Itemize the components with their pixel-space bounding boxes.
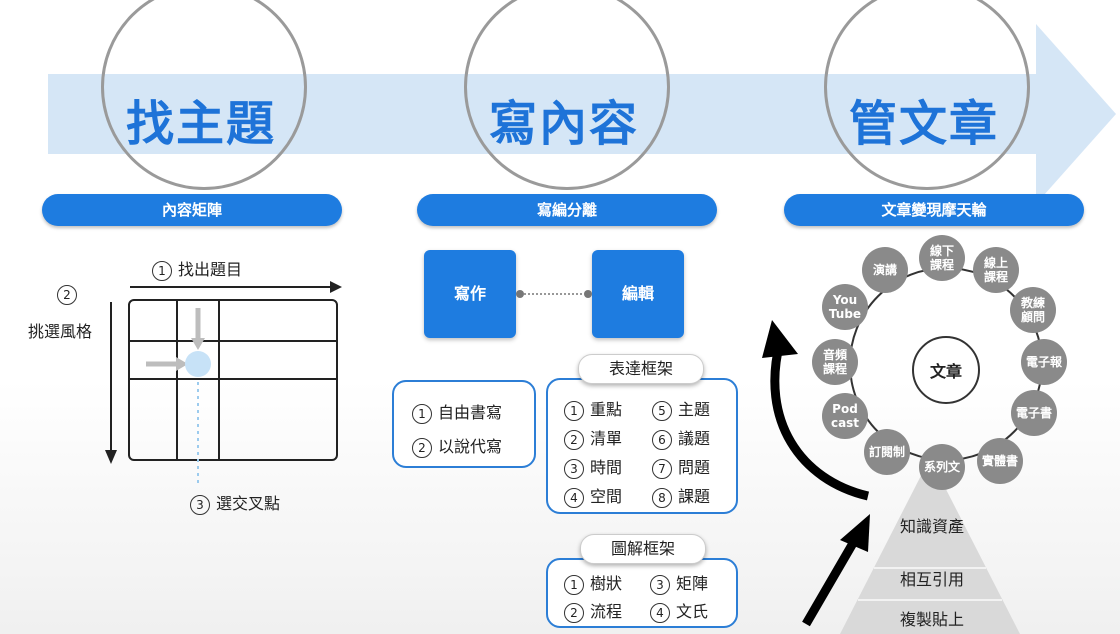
item-label: 主題 (678, 400, 711, 419)
node-line: 線下 (929, 244, 954, 258)
framework-item: 2 流程 (564, 598, 622, 623)
stage-title-manage-articles: 管文章 (848, 96, 999, 152)
node-line: 課程 (929, 258, 954, 272)
item-number: 3 (650, 574, 670, 595)
framework-item: 4 空間 (564, 483, 622, 508)
editing-box: 編輯 (592, 250, 684, 338)
item-label: 重點 (590, 400, 623, 419)
pill-monetization-wheel: 文章變現摩天輪 (784, 194, 1084, 226)
node-line: 音頻 (822, 348, 847, 362)
node-line: Tube (828, 307, 862, 321)
node-line: 教練 (1020, 296, 1045, 310)
item-number: 6 (652, 429, 672, 450)
step-choose-style: 挑選風格 (28, 322, 93, 341)
item-number: 2 (564, 429, 584, 450)
wheel-node-audio-course: 音頻 課程 (812, 339, 858, 385)
framework-item: 2 清單 (564, 425, 622, 450)
progress-arrow-head (1036, 24, 1116, 204)
item-number: 4 (650, 602, 670, 623)
wheel-node-newsletter: 電子報 (1021, 339, 1067, 385)
node-line: 線上 (983, 256, 1008, 270)
node-line: 課程 (822, 362, 847, 376)
item-label: 課題 (678, 487, 711, 506)
item-number: 5 (652, 400, 672, 421)
horizontal-axis-arrow (130, 281, 342, 293)
wheel-node-speech: 演講 (862, 247, 908, 293)
write-edit-connector (516, 290, 592, 298)
wheel-node-offline-course: 線下 課程 (919, 235, 965, 281)
pyramid-level-copy-paste: 複製貼上 (899, 610, 964, 629)
step-label: 找出題目 (178, 260, 243, 279)
wheel-node-podcast: Pod cast (822, 393, 868, 439)
step-select-intersection: 3 選交叉點 (190, 490, 280, 515)
pyramid-level-cross-reference: 相互引用 (899, 570, 964, 589)
item-label: 矩陣 (676, 574, 709, 593)
diagram-framework-box: 1 樹狀 3 矩陣 2 流程 4 文氏 (546, 558, 738, 628)
framework-item: 7 問題 (652, 454, 710, 479)
item-label: 清單 (590, 429, 623, 448)
item-number: 3 (564, 458, 584, 479)
framework-item: 1 重點 (564, 396, 622, 421)
node-line: cast (830, 416, 860, 430)
item-number: 7 (652, 458, 672, 479)
framework-item: 4 文氏 (650, 598, 708, 623)
writing-box: 寫作 (424, 250, 516, 338)
item-label: 空間 (590, 487, 623, 506)
framework-item: 3 時間 (564, 454, 622, 479)
framework-item: 5 主題 (652, 396, 710, 421)
pill-content-matrix: 內容矩陣 (42, 194, 342, 226)
step-number: 2 (57, 284, 77, 305)
diagram-framework-title: 圖解框架 (580, 534, 706, 564)
wheel-node-series-articles: 系列文 (919, 444, 965, 490)
writing-method-item: 1 自由書寫 (412, 399, 502, 424)
item-number: 2 (564, 602, 584, 623)
item-label: 時間 (590, 458, 623, 477)
framework-item: 8 課題 (652, 483, 710, 508)
framework-item: 6 議題 (652, 425, 710, 450)
item-number: 1 (412, 403, 432, 424)
step-label: 選交叉點 (216, 494, 281, 513)
framework-item: 3 矩陣 (650, 570, 708, 595)
step-choose-style-number-wrap: 2 (55, 284, 79, 305)
pill-write-edit-separation: 寫編分離 (417, 194, 717, 226)
item-label: 流程 (590, 602, 623, 621)
intersection-markers (146, 308, 211, 486)
vertical-axis-arrow (105, 302, 117, 464)
writing-methods-box: 1 自由書寫 2 以說代寫 (392, 380, 536, 468)
item-label: 議題 (678, 429, 711, 448)
item-number: 8 (652, 487, 672, 508)
item-number: 1 (564, 400, 584, 421)
node-line: You (832, 293, 858, 307)
item-label: 文氏 (676, 602, 709, 621)
item-label: 以說代寫 (438, 437, 503, 456)
wheel-node-print-book: 實體書 (977, 438, 1023, 484)
wheel-node-coaching: 教練 顧問 (1010, 287, 1056, 333)
step-number: 1 (152, 260, 172, 281)
expression-framework-title: 表達框架 (578, 354, 704, 384)
wheel-node-subscription: 訂閱制 (864, 429, 910, 475)
expression-framework-box: 1 重點 5 主題 2 清單 6 議題 3 時間 7 問題 4 空間 8 課題 (546, 378, 738, 514)
item-number: 1 (564, 574, 584, 595)
wheel-node-online-course: 線上 課程 (973, 247, 1019, 293)
node-line: 顧問 (1020, 310, 1045, 324)
item-label: 問題 (678, 458, 711, 477)
stage-title-find-topic: 找主題 (125, 96, 276, 152)
item-number: 4 (564, 487, 584, 508)
pyramid-level-knowledge-assets: 知識資產 (899, 517, 964, 536)
step-number: 3 (190, 494, 210, 515)
wheel-node-youtube: You Tube (822, 284, 868, 330)
item-label: 樹狀 (590, 574, 623, 593)
wheel-center-articles: 文章 (912, 336, 980, 404)
step-find-topics: 1 找出題目 (152, 256, 242, 281)
wheel-node-ebook: 電子書 (1011, 390, 1057, 436)
writing-method-item: 2 以說代寫 (412, 433, 502, 458)
item-label: 自由書寫 (438, 403, 503, 422)
node-line: Pod (832, 402, 858, 416)
item-number: 2 (412, 437, 432, 458)
stage-title-write-content: 寫內容 (488, 96, 639, 152)
framework-item: 1 樹狀 (564, 570, 622, 595)
node-line: 課程 (983, 270, 1008, 284)
